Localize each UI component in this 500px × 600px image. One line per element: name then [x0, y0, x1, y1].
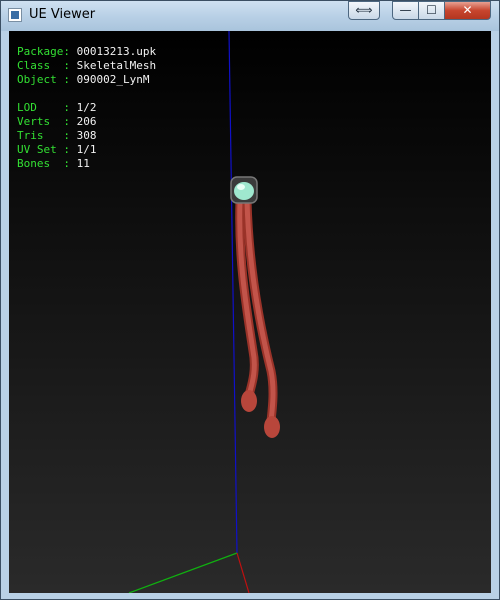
info-row-uvset: UV Set : 1/1	[17, 143, 97, 156]
info-row-class: Class : SkeletalMesh	[17, 59, 157, 72]
info-row-object: Object : 090002_LynM	[17, 73, 150, 86]
info-row-package: Package: 00013213.upk	[17, 45, 157, 58]
z-axis-line	[228, 31, 238, 554]
mesh-cap-gem	[234, 182, 254, 200]
window-title: UE Viewer	[29, 7, 96, 22]
mesh-info-panel: Package: 00013213.upk Class : SkeletalMe…	[17, 45, 156, 171]
info-row-bones: Bones : 11	[17, 157, 90, 170]
resize-toggle-icon[interactable]: ⟺	[348, 1, 380, 20]
info-row-verts: Verts : 206	[17, 115, 97, 128]
close-button[interactable]: ✕	[444, 1, 491, 20]
maximize-button[interactable]: ☐	[418, 1, 445, 20]
tail-tip-right	[264, 416, 280, 438]
3d-viewport[interactable]: Package: 00013213.upk Class : SkeletalMe…	[9, 31, 491, 593]
mesh-cap-shine	[237, 184, 245, 190]
y-axis-line	[236, 552, 250, 593]
info-row-tris: Tris : 308	[17, 129, 97, 142]
minimize-button[interactable]: —	[392, 1, 419, 20]
ue-viewer-window: UE Viewer ⟺ — ☐ ✕ Package: 00013213.upk …	[0, 0, 500, 600]
tail-tip-left	[241, 390, 257, 412]
title-bar[interactable]: UE Viewer ⟺ — ☐ ✕	[1, 1, 499, 31]
info-row-lod: LOD : 1/2	[17, 101, 97, 114]
x-axis-line	[128, 552, 238, 593]
app-icon	[8, 8, 22, 22]
